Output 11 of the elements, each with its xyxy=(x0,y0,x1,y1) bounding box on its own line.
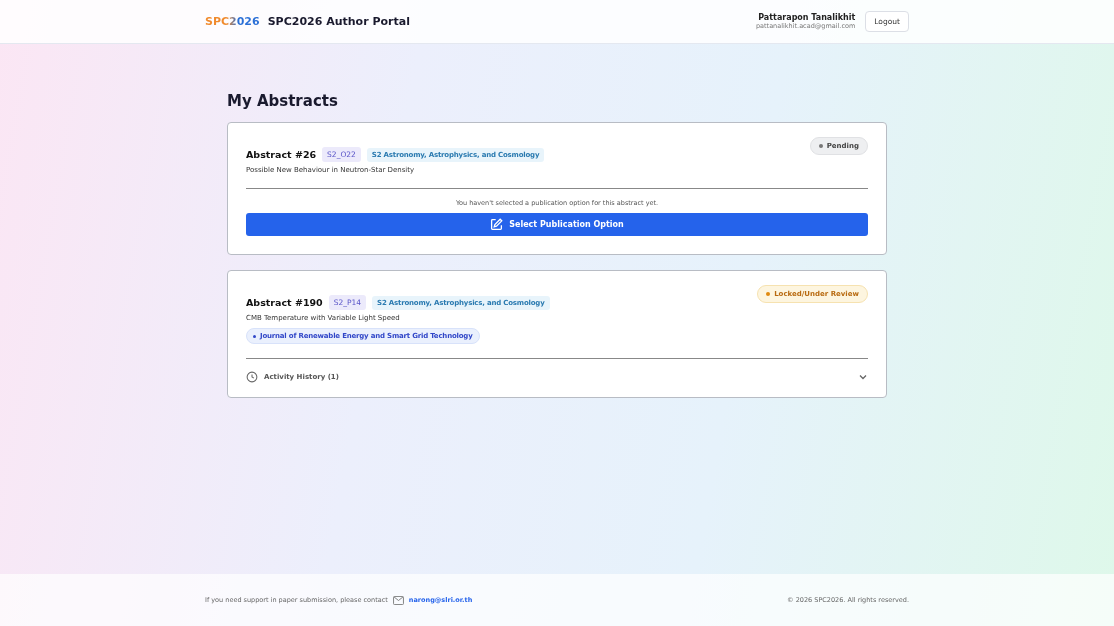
chevron-down-icon xyxy=(858,372,868,382)
portal-title: SPC2026 Author Portal xyxy=(267,15,410,28)
edit-icon xyxy=(490,218,504,231)
clock-icon xyxy=(246,371,258,383)
abstract-title: Abstract #26 xyxy=(246,149,317,160)
page-title: My Abstracts xyxy=(227,92,339,110)
user-name: Pattarapon Tanalikhit xyxy=(758,13,856,22)
abstract-title: Abstract #190 xyxy=(246,297,323,308)
select-publication-button[interactable]: Select Publication Option xyxy=(246,213,868,236)
logo: SPC2026 xyxy=(205,15,260,28)
mail-icon xyxy=(392,595,404,605)
